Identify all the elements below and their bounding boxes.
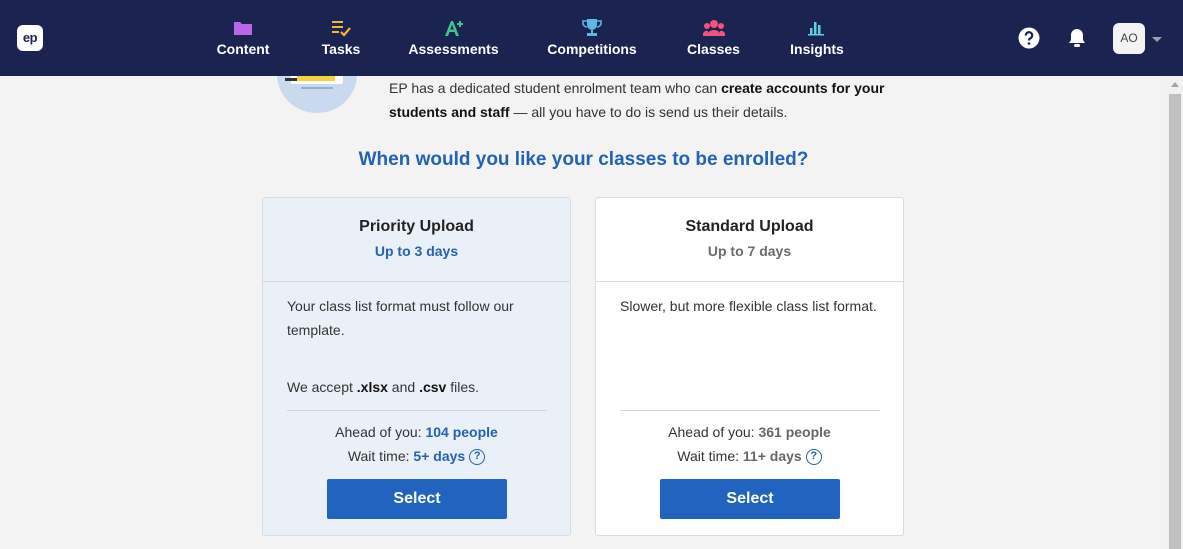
divider — [620, 410, 880, 411]
queue-ahead: Ahead of you: 104 people — [263, 424, 570, 440]
select-standard-button[interactable]: Select — [660, 479, 840, 519]
nav-classes[interactable]: Classes — [687, 0, 740, 76]
accept-csv: .csv — [419, 379, 447, 395]
queue-ahead: Ahead of you: 361 people — [596, 424, 903, 440]
nav-tasks[interactable]: Tasks — [322, 0, 360, 76]
accepted-formats: We accept .xlsx and .csv files. — [287, 379, 479, 395]
help-icon[interactable] — [1018, 27, 1040, 49]
classes-icon — [702, 18, 725, 38]
accept-xlsx: .xlsx — [356, 379, 388, 395]
nav-competitions-label: Competitions — [547, 41, 637, 57]
intro-text-a: EP has a dedicated student enrolment tea… — [389, 80, 722, 96]
scroll-up-arrow-icon[interactable] — [1171, 82, 1179, 87]
nav-assessments[interactable]: Assessments — [408, 0, 499, 76]
divider — [287, 410, 547, 411]
wait-time-help-icon[interactable]: ? — [805, 449, 822, 466]
assessment-icon — [443, 18, 465, 38]
wait-time: Wait time: 11+ days? — [596, 448, 903, 466]
user-avatar[interactable]: AO — [1113, 23, 1145, 54]
card-header: Priority Upload Up to 3 days — [263, 198, 570, 282]
card-description: Slower, but more flexible class list for… — [620, 298, 877, 314]
insights-icon — [806, 18, 828, 38]
ahead-label: Ahead of you: — [668, 424, 759, 440]
card-title: Standard Upload — [685, 218, 814, 235]
wait-value: 5+ days — [413, 448, 466, 464]
chevron-down-icon[interactable] — [1152, 37, 1162, 42]
accept-files: files. — [446, 379, 479, 395]
ahead-value: 361 people — [758, 424, 831, 440]
nav-assessments-label: Assessments — [408, 41, 499, 57]
card-title: Priority Upload — [359, 218, 474, 235]
notifications-bell-icon[interactable] — [1066, 27, 1088, 49]
nav-tasks-label: Tasks — [321, 41, 361, 57]
standard-upload-card: Standard Upload Up to 7 days Slower, but… — [595, 197, 904, 536]
enrolment-question-heading: When would you like your classes to be e… — [358, 149, 809, 170]
accept-and: and — [387, 379, 420, 395]
nav-content-label: Content — [216, 41, 270, 57]
wait-value: 11+ days — [742, 448, 802, 464]
trophy-icon — [581, 18, 603, 38]
nav-content[interactable]: Content — [216, 0, 270, 76]
nav-insights[interactable]: Insights — [790, 0, 844, 76]
card-subtitle: Up to 3 days — [374, 243, 459, 259]
intro-text: EP has a dedicated student enrolment tea… — [389, 76, 909, 124]
select-priority-button[interactable]: Select — [327, 479, 507, 519]
tasks-icon — [330, 18, 352, 38]
nav-classes-label: Classes — [687, 41, 740, 57]
card-subtitle: Up to 7 days — [707, 243, 792, 259]
ep-logo[interactable]: ep — [17, 25, 43, 51]
nav-insights-label: Insights — [790, 41, 844, 57]
intro-text-b: — all you have to do is send us their de… — [509, 104, 788, 120]
nav-competitions[interactable]: Competitions — [547, 0, 637, 76]
scrollbar-thumb[interactable] — [1169, 94, 1181, 549]
top-navbar: ep Content Tasks Assessments Competition… — [0, 0, 1183, 76]
wait-time: Wait time: 5+ days? — [263, 448, 570, 466]
ahead-value: 104 people — [425, 424, 498, 440]
priority-upload-card: Priority Upload Up to 3 days Your class … — [262, 197, 571, 536]
wait-label: Wait time: — [677, 448, 743, 464]
folder-icon — [232, 18, 254, 38]
wait-time-help-icon[interactable]: ? — [469, 449, 486, 466]
card-description: Your class list format must follow our t… — [287, 298, 514, 338]
accept-text: We accept — [287, 379, 357, 395]
card-header: Standard Upload Up to 7 days — [596, 198, 903, 282]
wait-label: Wait time: — [347, 448, 414, 464]
ahead-label: Ahead of you: — [335, 424, 426, 440]
